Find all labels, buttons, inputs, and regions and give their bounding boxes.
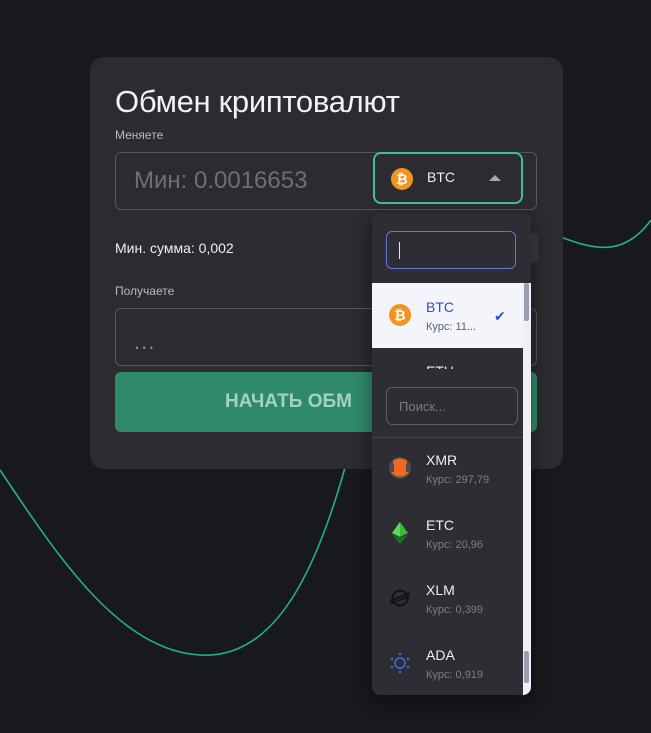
option-code: XLM (426, 582, 455, 598)
scrollbar-thumb-lower[interactable] (524, 651, 529, 683)
currency-option-xlm[interactable]: XLM Курс: 0,399 (372, 566, 523, 631)
option-code: BTC (426, 299, 454, 315)
option-code: XMR (426, 452, 458, 468)
give-label: Меняете (115, 128, 164, 142)
option-eth-peek: ETH (426, 363, 454, 369)
bitcoin-icon: ₿ (391, 168, 413, 190)
currency-dropdown[interactable]: ₿ BTC Курс: 11... ✔ ETH Поиск... XMR Кур… (372, 213, 531, 695)
currency-option-xmr[interactable]: XMR Курс: 297,79 (372, 436, 523, 501)
option-rate: Курс: 297,79 (426, 474, 490, 486)
page-title: Обмен криптовалют (115, 84, 400, 119)
scrollbar-thumb[interactable] (524, 283, 529, 321)
start-exchange-label: НАЧАТЬ ОБМ (225, 391, 352, 412)
min-sum-text: Мин. сумма: 0,002 (115, 240, 234, 256)
give-amount-field[interactable]: Мин: 0.0016653 ₿ BTC (115, 152, 537, 210)
text-cursor (399, 242, 400, 259)
get-amount-value: ... (134, 329, 156, 354)
monero-icon (389, 457, 411, 479)
bitcoin-icon: ₿ (389, 304, 411, 326)
currency-option-ada[interactable]: ADA Курс: 0,919 (372, 631, 523, 695)
stellar-icon (389, 589, 411, 607)
option-code: ADA (426, 647, 455, 663)
search-input[interactable]: Поиск... (386, 387, 518, 425)
caret-up-icon (489, 175, 501, 181)
give-amount-input[interactable]: Мин: 0.0016653 (134, 167, 309, 195)
scrollbar-track[interactable] (523, 283, 531, 695)
cardano-icon (390, 652, 410, 674)
currency-option-btc[interactable]: ₿ BTC Курс: 11... ✔ (372, 283, 523, 348)
hidden-chip (530, 233, 538, 263)
search-placeholder: Поиск... (399, 399, 446, 414)
ethereum-classic-icon (392, 522, 408, 544)
currency-select-value: BTC (427, 169, 455, 185)
check-icon: ✔ (494, 308, 506, 324)
option-rate: Курс: 0,399 (426, 604, 484, 616)
dropdown-focus-input[interactable] (386, 231, 516, 269)
get-label: Получаете (115, 284, 175, 298)
option-rate: Курс: 20,96 (426, 539, 484, 551)
currency-option-etc[interactable]: ETC Курс: 20,96 (372, 501, 523, 566)
option-code: ETC (426, 517, 454, 533)
option-rate: Курс: 0,919 (426, 669, 484, 681)
option-rate: Курс: 11... (426, 321, 477, 333)
currency-select[interactable]: ₿ BTC (373, 152, 523, 204)
